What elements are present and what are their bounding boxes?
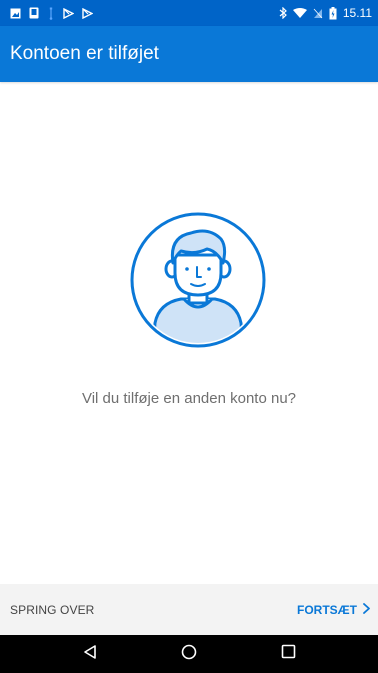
recents-icon (281, 644, 296, 664)
add-account-prompt: Vil du tilføje en anden konto nu? (81, 390, 297, 407)
bluetooth-icon (279, 7, 287, 19)
chevron-right-icon (363, 602, 370, 617)
status-time: 15.11 (342, 6, 372, 20)
page-title: Kontoen er tilføjet (10, 43, 159, 64)
skip-button[interactable]: SPRING OVER (10, 603, 94, 617)
app-bar: Kontoen er tilføjet (0, 26, 378, 82)
phone-icon (29, 7, 39, 19)
back-button[interactable] (70, 635, 110, 673)
home-button[interactable] (169, 635, 209, 673)
image-icon (10, 8, 21, 19)
wifi-icon (292, 7, 307, 19)
status-left-icons (10, 7, 93, 20)
home-icon (181, 644, 197, 665)
status-bar: 15.11 (0, 0, 378, 26)
sim-icon (313, 8, 323, 19)
action-bar: SPRING OVER FORTSÆT (0, 584, 378, 635)
recents-button[interactable] (268, 635, 308, 673)
battery-icon (329, 6, 337, 20)
account-added-screen: 15.11 Kontoen er tilføjet Vil du tilføje… (0, 0, 378, 673)
back-icon (82, 644, 98, 665)
play-store-icon (63, 7, 74, 19)
continue-label: FORTSÆT (297, 602, 357, 617)
navigation-bar (0, 635, 378, 673)
usb-icon (47, 7, 55, 20)
play-store-icon (82, 7, 93, 19)
status-right-icons: 15.11 (279, 6, 372, 20)
user-avatar-icon (129, 211, 267, 349)
continue-button[interactable]: FORTSÆT (297, 603, 370, 617)
